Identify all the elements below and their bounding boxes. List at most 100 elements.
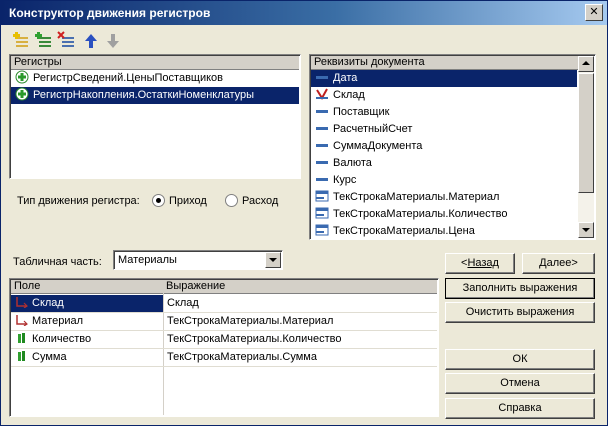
attribute-label: Поставщик [333,106,390,118]
document-attributes-list[interactable]: Реквизиты документа Дата Склад Поставщик Ра… [309,54,596,240]
grid-row[interactable]: Количество ТекСтрокаМатериалы.Количество [11,331,437,349]
arrow-down-icon [107,34,119,48]
radio-income-label[interactable]: Приход [169,195,207,207]
expression-cell[interactable]: ТекСтрокаМатериалы.Сумма [164,349,437,366]
register-item-selected[interactable]: РегистрНакопления.ОстаткиНоменклатуры [11,87,299,104]
radio-income[interactable] [152,194,165,207]
register-label: РегистрСведений.ЦеныПоставщиков [33,72,224,84]
delete-register-button[interactable] [57,31,77,51]
attribute-item[interactable]: ТекСтрокаМатериалы.Количество [311,206,577,223]
register-label: РегистрНакопления.ОстаткиНоменклатуры [33,89,255,101]
grid-row[interactable]: Сумма ТекСтрокаМатериалы.Сумма [11,349,437,367]
registers-header: Регистры [11,56,299,70]
chevron-down-icon[interactable] [265,252,281,268]
add-register-button[interactable] [13,31,33,51]
field-name: Количество [32,333,92,345]
attribute-item[interactable]: СуммаДокумента [311,138,577,155]
table-attribute-icon [315,223,329,237]
move-up-button[interactable] [81,31,101,51]
resource-icon [15,332,29,344]
attribute-item[interactable]: РасчетныйСчет [311,121,577,138]
attribute-icon [315,70,329,84]
add-all-registers-button[interactable] [35,31,55,51]
attribute-label: ТекСтрокаМатериалы.Материал [333,191,500,203]
attribute-item[interactable]: Валюта [311,155,577,172]
register-plus-icon [15,70,29,84]
arrow-up-icon [85,34,97,48]
attribute-item[interactable]: ТекСтрокаМатериалы.Цена [311,223,577,239]
ok-label: ОК [512,353,528,365]
attribute-item[interactable]: ТекСтрокаМатериалы.Материал [311,189,577,206]
scroll-thumb[interactable] [578,73,594,193]
attribute-label: ТекСтрокаМатериалы.Количество [333,208,508,220]
attribute-icon [315,121,329,135]
column-expression-header[interactable]: Выражение [166,280,225,293]
title-bar[interactable]: Конструктор движения регистров ✕ [1,1,607,25]
clear-expressions-button[interactable]: Очистить выражения [445,302,595,323]
close-icon: ✕ [589,6,599,18]
grid-header: Поле Выражение [11,280,437,294]
dimension-icon [15,296,29,309]
add-all-registers-icon [35,32,51,47]
expression-cell[interactable]: ТекСтрокаМатериалы.Материал [164,313,437,330]
radio-expense[interactable] [225,194,238,207]
field-cell[interactable]: Сумма [11,349,163,366]
grid-row[interactable]: Материал ТекСтрокаМатериалы.Материал [11,313,437,331]
field-cell[interactable]: Материал [11,313,163,330]
close-button[interactable]: ✕ [585,4,603,21]
help-button[interactable]: Справка [445,398,595,419]
attribute-label: СуммаДокумента [333,140,423,152]
ok-button[interactable]: ОК [445,349,595,370]
attribute-icon [315,104,329,118]
clear-expressions-label: Очистить выражения [465,306,575,318]
attribute-icon [315,155,329,169]
field-name: Материал [32,315,83,327]
next-label: Далее> [539,257,578,269]
attribute-link-icon [315,87,329,101]
cancel-button[interactable]: Отмена [445,373,595,394]
add-register-icon [13,32,28,47]
back-button[interactable]: <Назад [445,253,515,274]
attribute-icon [315,172,329,186]
attribute-label: Курс [333,174,357,186]
movement-type-label: Тип движения регистра: [17,195,140,207]
tabular-section-select[interactable]: Материалы [113,250,283,270]
grid-row[interactable]: Склад Склад [11,295,437,313]
help-label: Справка [498,402,542,414]
field-cell[interactable]: Склад [11,295,163,312]
table-attribute-icon [315,206,329,220]
registers-list[interactable]: Регистры РегистрСведений.ЦеныПоставщиков… [9,54,301,179]
dimension-icon [15,314,29,327]
field-expression-grid[interactable]: Поле Выражение Склад Склад Материал ТекСтро… [9,278,439,417]
field-cell[interactable]: Количество [11,331,163,348]
expression-cell[interactable]: Склад [164,295,437,312]
tabular-section-label: Табличная часть: [13,256,102,268]
attribute-item[interactable]: Поставщик [311,104,577,121]
attribute-item[interactable]: Дата [311,70,577,87]
attribute-label: РасчетныйСчет [333,123,413,135]
attribute-icon [315,138,329,152]
fill-expressions-label: Заполнить выражения [462,282,578,294]
scroll-up-button[interactable] [578,56,594,72]
back-label: Назад [467,257,499,269]
field-name: Сумма [32,351,67,363]
expression-cell[interactable]: ТекСтрокаМатериалы.Количество [164,331,437,348]
register-item[interactable]: РегистрСведений.ЦеныПоставщиков [11,70,299,87]
attribute-item[interactable]: Склад [311,87,577,104]
attribute-label: Склад [333,89,365,101]
fill-expressions-button[interactable]: Заполнить выражения [445,278,595,299]
scroll-down-button[interactable] [578,222,594,238]
constructor-window: Конструктор движения регистров ✕ Регистр… [0,0,608,426]
field-name: Склад [32,297,64,309]
move-down-button[interactable] [103,31,123,51]
column-field-header[interactable]: Поле [14,280,40,293]
attributes-scrollbar[interactable] [578,56,594,238]
radio-expense-label[interactable]: Расход [242,195,278,207]
attribute-label: Валюта [333,157,372,169]
tabular-section-value: Материалы [118,254,177,266]
window-title: Конструктор движения регистров [9,6,211,20]
register-plus-icon [15,87,29,101]
attribute-item[interactable]: Курс [311,172,577,189]
next-button[interactable]: Далее> [522,253,595,274]
cancel-label: Отмена [500,377,540,389]
